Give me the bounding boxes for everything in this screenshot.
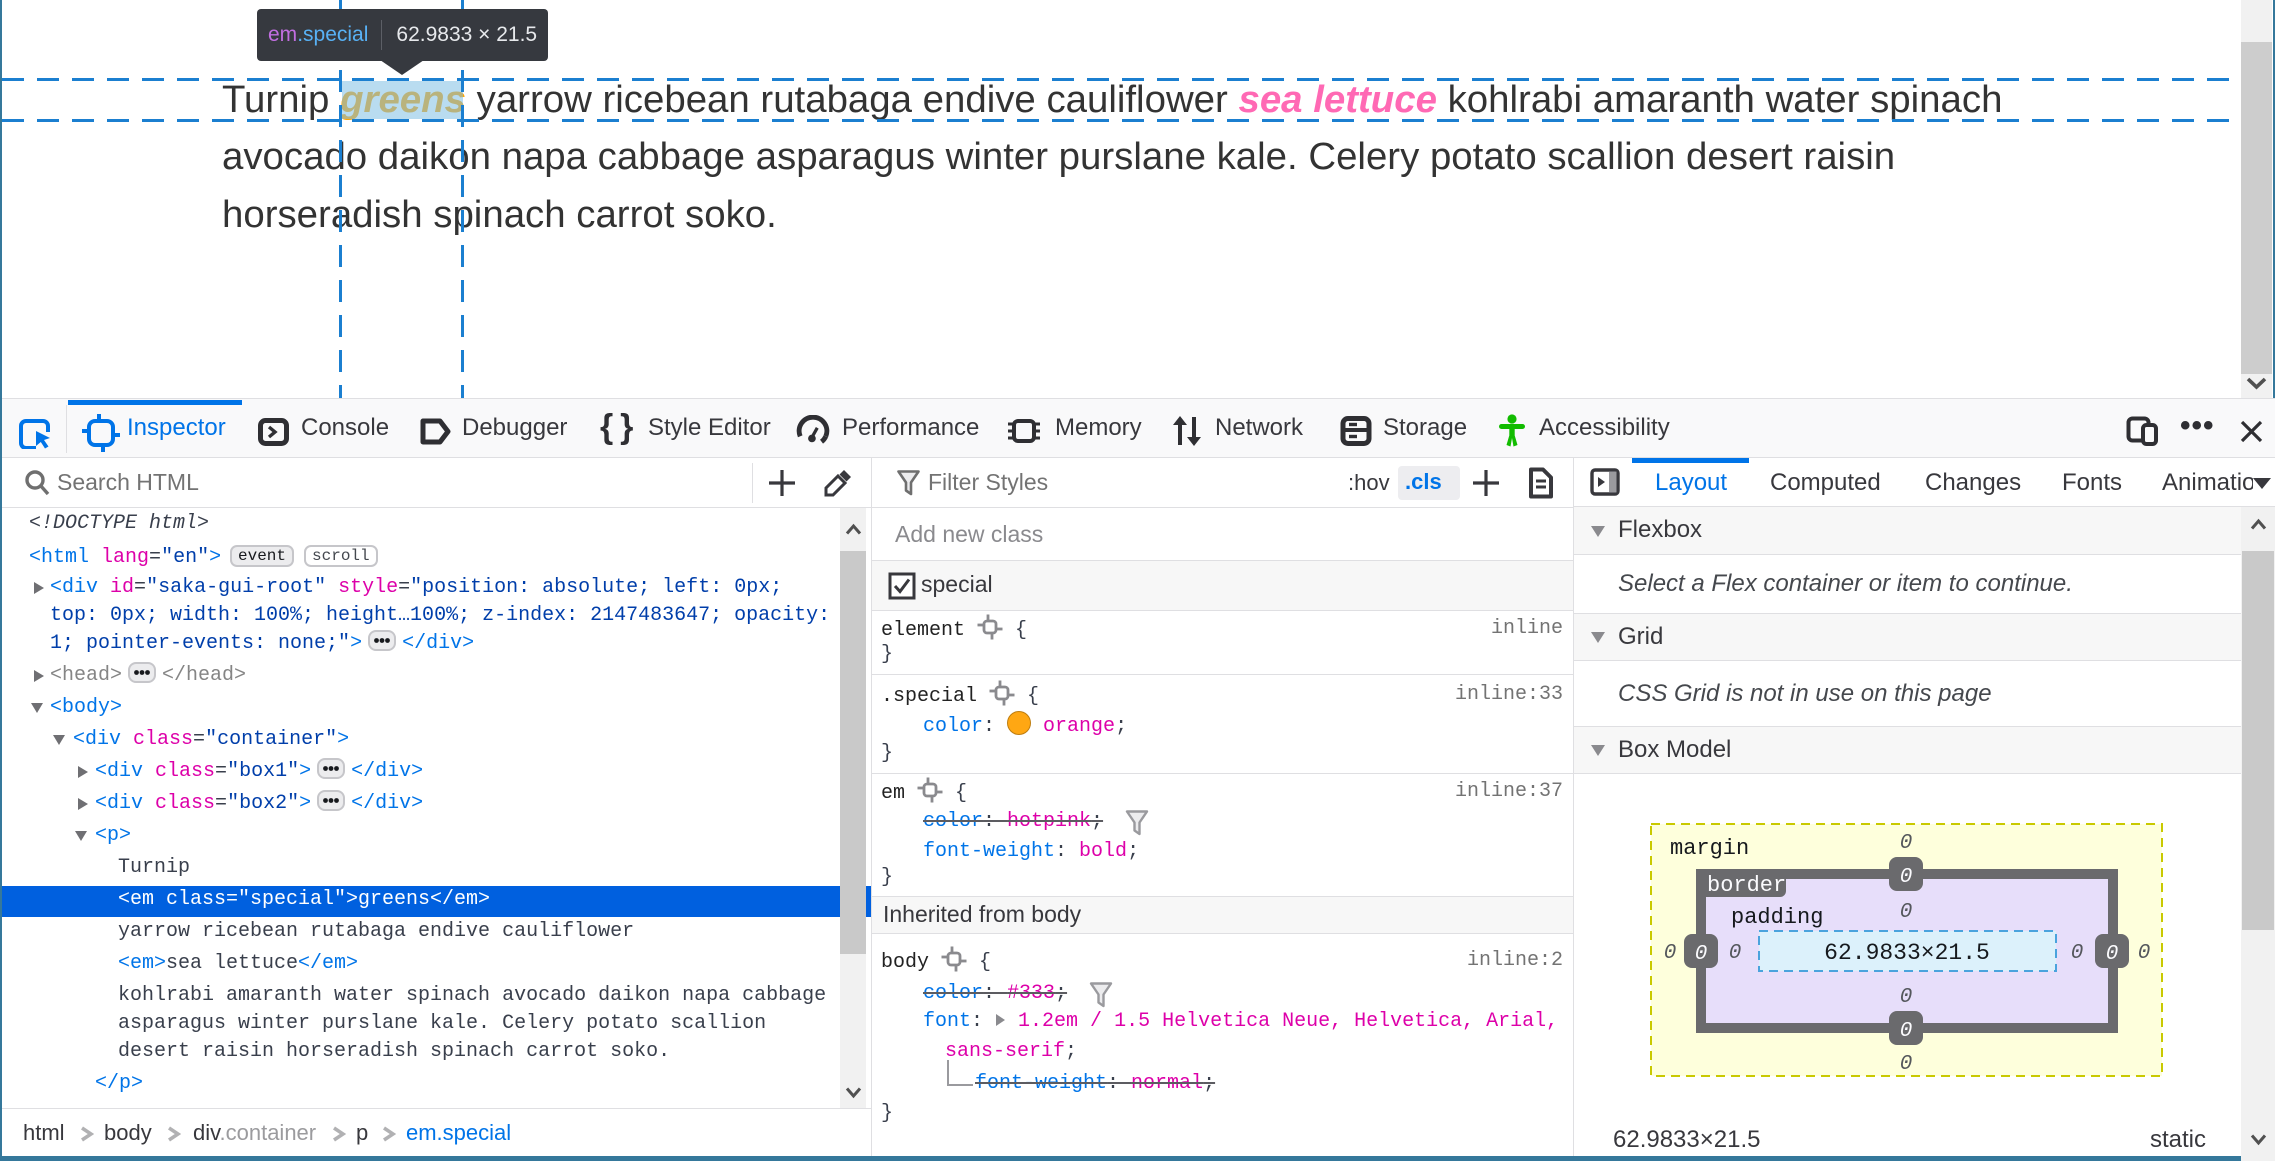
svg-text:0: 0 <box>1900 866 1913 889</box>
svg-text:0: 0 <box>1900 1020 1913 1043</box>
svg-text:0: 0 <box>2071 942 2084 965</box>
svg-text:62.9833×21.5: 62.9833×21.5 <box>1824 940 1990 966</box>
svg-text:0: 0 <box>1900 901 1913 924</box>
svg-text:margin: margin <box>1670 836 1749 861</box>
svg-text:0: 0 <box>2106 943 2119 966</box>
svg-text:0: 0 <box>1664 942 1677 965</box>
svg-text:0: 0 <box>1900 986 1913 1009</box>
svg-text:0: 0 <box>2138 942 2151 965</box>
svg-text:0: 0 <box>1900 832 1913 855</box>
svg-text:0: 0 <box>1900 1053 1913 1076</box>
svg-text:0: 0 <box>1695 943 1708 966</box>
svg-text:border: border <box>1707 873 1786 898</box>
svg-text:padding: padding <box>1731 905 1823 930</box>
svg-text:0: 0 <box>1729 942 1742 965</box>
